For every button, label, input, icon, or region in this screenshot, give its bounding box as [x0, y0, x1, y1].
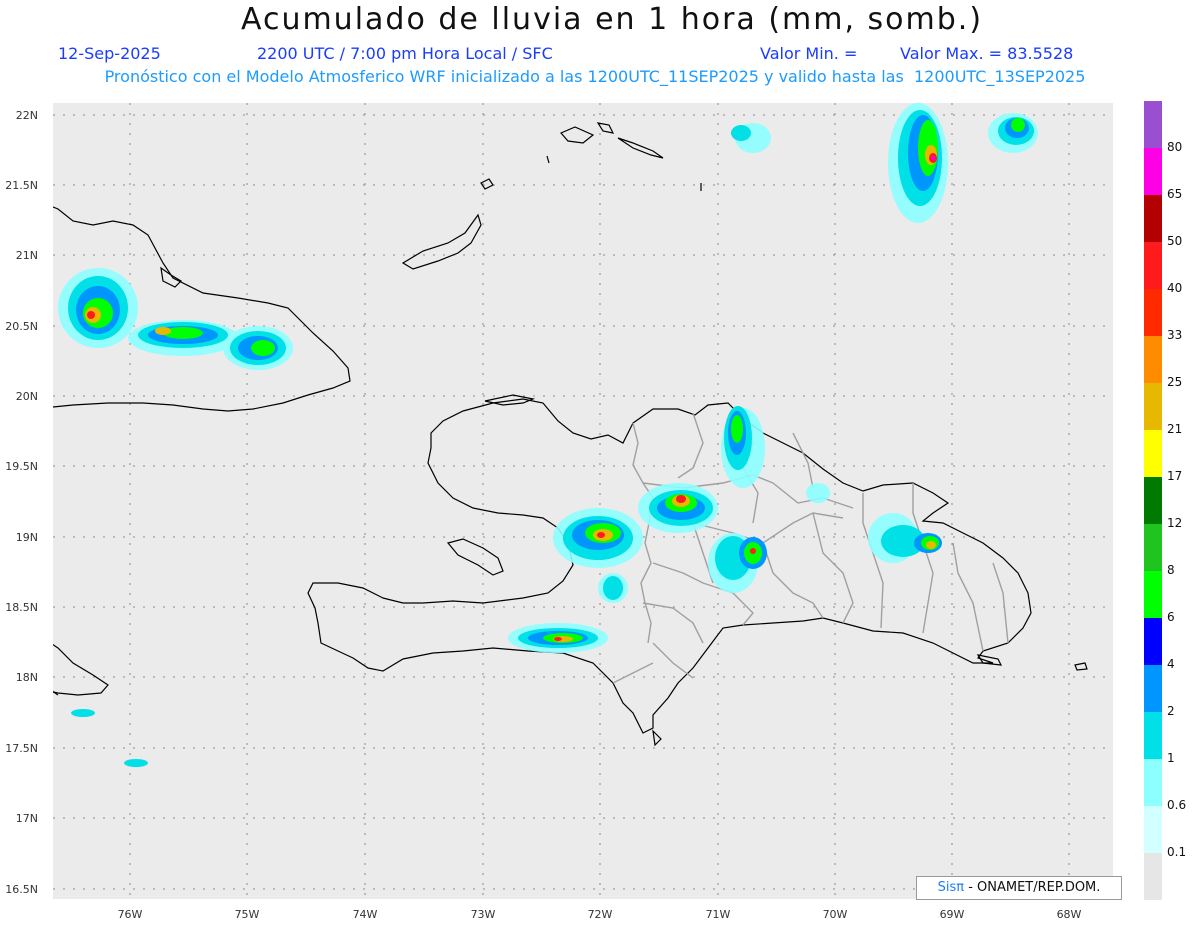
colorbar-swatch: [1144, 195, 1162, 242]
lon-label: 68W: [1056, 908, 1082, 921]
colorbar-swatch: [1144, 665, 1162, 712]
forecast-time: 2200 UTC / 7:00 pm Hora Local / SFC: [257, 44, 553, 63]
lon-label: 75W: [234, 908, 260, 921]
colorbar-label: 6: [1167, 610, 1175, 624]
colorbar-label: 50: [1167, 234, 1183, 248]
colorbar-swatch: [1144, 430, 1162, 477]
colorbar-swatch: [1144, 101, 1162, 148]
colorbar-swatch: [1144, 524, 1162, 571]
lon-label: 70W: [822, 908, 848, 921]
precipitation-field: [58, 103, 1038, 767]
colorbar-swatch: [1144, 383, 1162, 430]
colorbar-swatch: [1144, 853, 1162, 900]
colorbar-label: 21: [1167, 422, 1183, 436]
credit-org: - ONAMET/REP.DOM.: [964, 880, 1101, 895]
colorbar-swatch: [1144, 148, 1162, 195]
colorbar-swatch: [1144, 618, 1162, 665]
colorbar-label: 40: [1167, 281, 1183, 295]
credit-brand: Sisπ: [937, 880, 965, 895]
graticule: [53, 103, 1113, 899]
credit-box: Sisπ - ONAMET/REP.DOM.: [916, 876, 1122, 900]
max-value: Valor Max. = 83.5528: [900, 44, 1074, 63]
lat-label: 20.5N: [5, 320, 38, 333]
lat-label: 18N: [15, 671, 38, 684]
lon-label: 73W: [470, 908, 496, 921]
colorbar-label: 1: [1167, 751, 1175, 765]
colorbar-label: 65: [1167, 187, 1183, 201]
lat-label: 20N: [15, 390, 38, 403]
colorbar-label: 0.1: [1167, 845, 1187, 859]
lon-label: 72W: [587, 908, 613, 921]
colorbar-label: 4: [1167, 657, 1175, 671]
map-area: [27, 103, 1113, 899]
lat-label: 16.5N: [5, 883, 38, 896]
lon-label: 71W: [705, 908, 731, 921]
lon-label: 76W: [117, 908, 143, 921]
colorbar-swatch: [1144, 712, 1162, 759]
colorbar-swatch: [1144, 571, 1162, 618]
lat-label: 17.5N: [5, 742, 38, 755]
colorbar-label: 25: [1167, 375, 1183, 389]
borders: [612, 412, 1009, 684]
lat-label: 21.5N: [5, 179, 38, 192]
colorbar-swatch: [1144, 477, 1162, 524]
colorbar-label: 0.6: [1167, 798, 1187, 812]
colorbar-label: 33: [1167, 328, 1183, 342]
lon-label: 69W: [939, 908, 965, 921]
colorbar-swatch: [1144, 806, 1162, 853]
lat-label: 19N: [15, 531, 38, 544]
colorbar-swatch: [1144, 242, 1162, 289]
lon-label: 74W: [352, 908, 378, 921]
colorbar-label: 80: [1167, 140, 1183, 154]
lat-label: 17N: [15, 812, 38, 825]
map-title: Acumulado de lluvia en 1 hora (mm, somb.…: [240, 2, 984, 37]
colorbar-label: 2: [1167, 704, 1175, 718]
colorbar-swatch: [1144, 336, 1162, 383]
lat-label: 19.5N: [5, 460, 38, 473]
model-info: Pronóstico con el Modelo Atmosferico WRF…: [104, 67, 1086, 86]
lat-label: 18.5N: [5, 601, 38, 614]
colorbar-label: 12: [1167, 516, 1183, 530]
lat-label: 21N: [15, 249, 38, 262]
min-value: Valor Min. =: [760, 44, 858, 63]
colorbar-swatch: [1144, 289, 1162, 336]
lat-label: 22N: [15, 109, 38, 122]
forecast-date: 12-Sep-2025: [58, 44, 161, 63]
colorbar-label: 17: [1167, 469, 1183, 483]
colorbar: [1144, 101, 1162, 900]
colorbar-swatch: [1144, 759, 1162, 806]
map-svg: [27, 103, 1113, 899]
colorbar-label: 8: [1167, 563, 1175, 577]
